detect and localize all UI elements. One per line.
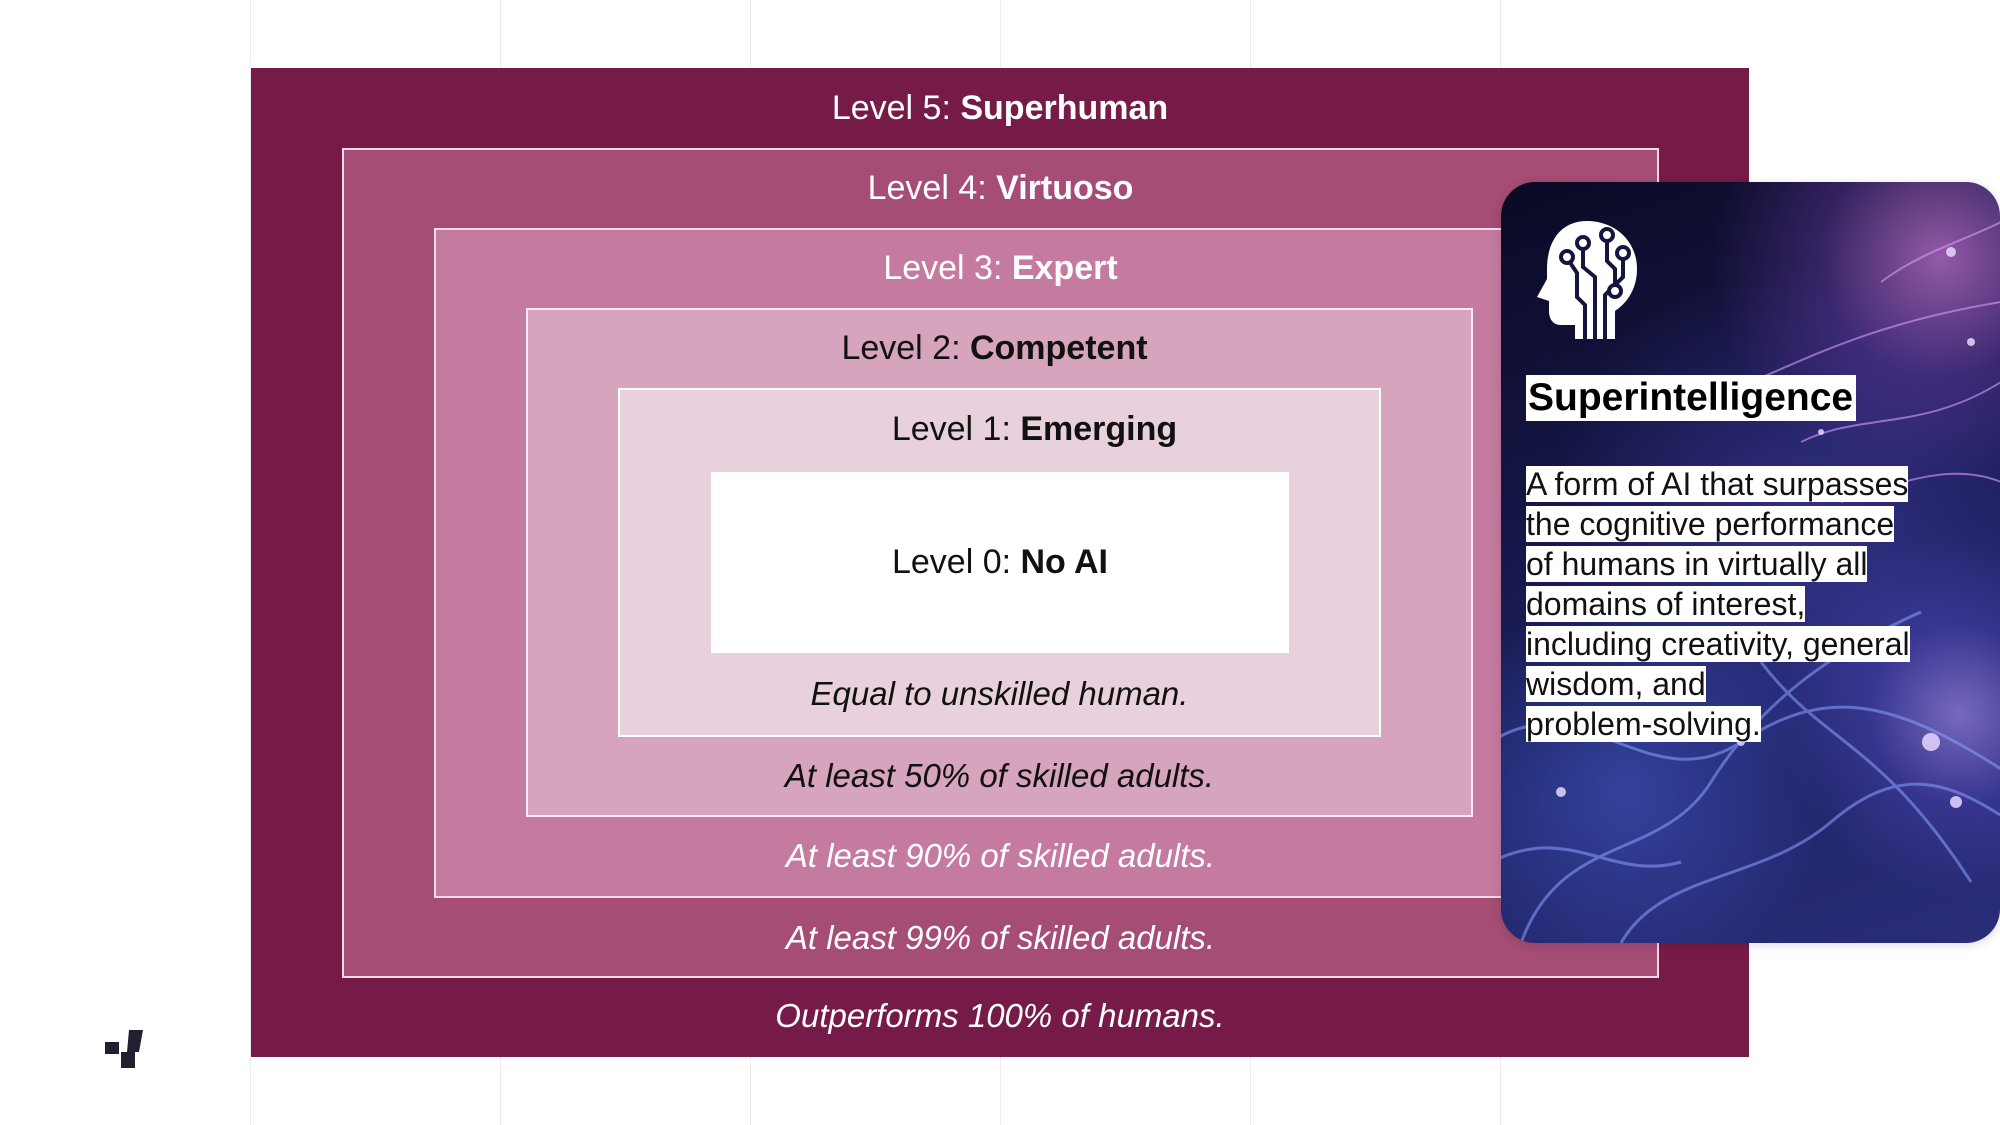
level-3-title: Level 3: Expert: [883, 249, 1118, 287]
level-4-description: At least 99% of skilled adults.: [785, 919, 1216, 956]
brand-logo-icon: [105, 1030, 143, 1068]
card-description-line: problem-solving.: [1526, 706, 1761, 742]
card-description-line: wisdom, and: [1526, 666, 1706, 702]
ai-head-circuit-icon: [1537, 221, 1637, 341]
level-4-title: Level 4: Virtuoso: [867, 169, 1134, 207]
level-0-box: Level 0: No AI: [711, 472, 1289, 653]
card-description-line: domains of interest,: [1526, 586, 1806, 622]
level-3-description: At least 90% of skilled adults.: [785, 837, 1216, 874]
level-2-description: At least 50% of skilled adults.: [784, 757, 1215, 794]
superintelligence-card: Superintelligence A form of AI that surp…: [1501, 182, 2000, 943]
card-description-line: A form of AI that surpasses: [1526, 466, 1909, 502]
card-description: A form of AI that surpasses the cognitiv…: [1526, 464, 1986, 744]
level-0-title: Level 0: No AI: [891, 543, 1109, 581]
card-description-line: of humans in virtually all: [1526, 546, 1868, 582]
level-5-description: Outperforms 100% of humans.: [775, 997, 1225, 1034]
card-title: Superintelligence: [1526, 375, 1857, 421]
level-1-title: Level 1: Emerging: [891, 410, 1178, 448]
level-2-title: Level 2: Competent: [841, 329, 1148, 367]
card-description-line: the cognitive performance: [1526, 506, 1895, 542]
card-description-line: including creativity, general: [1526, 626, 1910, 662]
level-5-title: Level 5: Superhuman: [831, 89, 1169, 127]
level-1-description: Equal to unskilled human.: [810, 675, 1189, 712]
